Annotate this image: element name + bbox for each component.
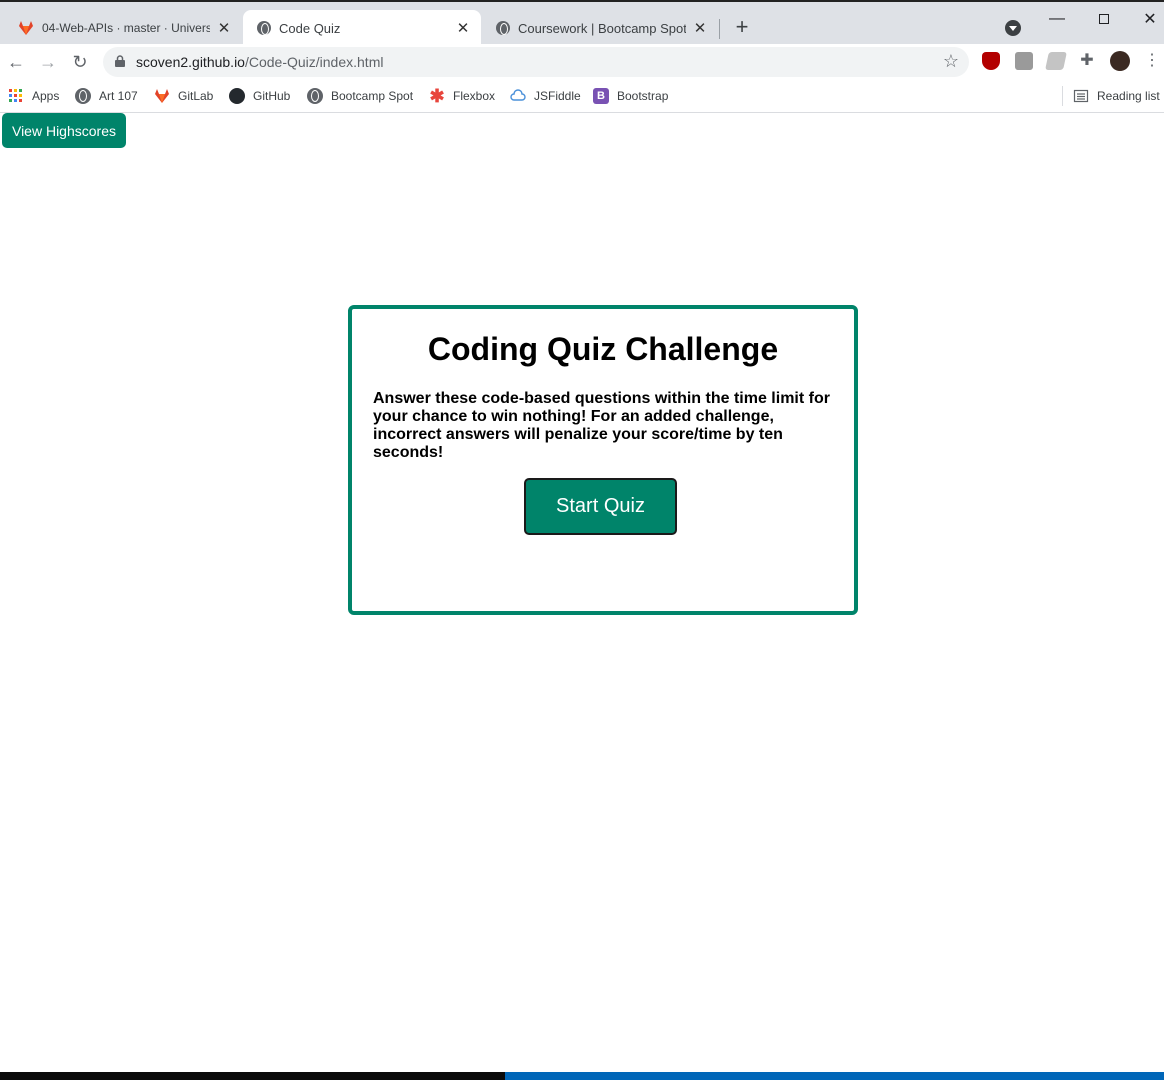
url-text: scoven2.github.io/Code-Quiz/index.html	[136, 54, 383, 70]
bookmark-label: GitHub	[253, 89, 291, 103]
tab-bootcamp-spot[interactable]: Coursework | Bootcamp Spot ✕	[482, 10, 718, 46]
tab-gitlab[interactable]: 04-Web-APIs · master · University ✕	[4, 10, 242, 46]
browser-tabstrip: 04-Web-APIs · master · University ✕ Code…	[0, 0, 1164, 46]
quiz-description: Answer these code-based questions within…	[373, 390, 830, 461]
cloud-icon	[510, 89, 526, 101]
bookmark-label: Flexbox	[453, 89, 496, 103]
extension-icon[interactable]	[1015, 52, 1033, 70]
bookmark-label: GitLab	[178, 89, 214, 103]
url-host: scoven2.github.io	[136, 54, 245, 70]
menu-icon[interactable]: ⋮	[1143, 52, 1161, 70]
bookmark-label: Bootstrap	[617, 89, 669, 103]
bookmarks-bar: Apps Art 107 GitLab GitHub Bootcamp Spot…	[0, 80, 1164, 113]
reading-list-icon	[1073, 89, 1089, 103]
tab-title: 04-Web-APIs · master · University	[42, 21, 210, 35]
bookmark-label: Art 107	[99, 89, 138, 103]
bookmarks-divider	[1062, 86, 1063, 106]
globe-icon	[307, 88, 323, 104]
bookmark-flexbox[interactable]: ✱ Flexbox	[429, 86, 495, 106]
avatar[interactable]	[1110, 51, 1130, 71]
reading-list-label: Reading list	[1097, 89, 1160, 103]
globe-icon	[257, 21, 271, 35]
bookmark-apps[interactable]: Apps	[8, 86, 59, 106]
close-icon[interactable]: ✕	[455, 20, 471, 37]
bookmark-star-icon[interactable]: ☆	[943, 51, 959, 72]
start-quiz-button[interactable]: Start Quiz	[524, 478, 677, 535]
bookmark-label: Apps	[32, 89, 60, 103]
reload-icon[interactable]: ↻	[68, 50, 92, 74]
tab-search-icon[interactable]	[1005, 20, 1021, 36]
bootstrap-icon: B	[593, 88, 609, 104]
tab-divider	[719, 19, 720, 39]
reader-extension-icon[interactable]	[1045, 52, 1067, 70]
bookmark-label: JSFiddle	[534, 89, 581, 103]
bookmark-bootstrap[interactable]: B Bootstrap	[593, 86, 668, 106]
tab-code-quiz[interactable]: Code Quiz ✕	[243, 10, 481, 46]
asterisk-icon: ✱	[429, 85, 445, 106]
puzzle-icon[interactable]: ✚	[1078, 52, 1096, 70]
page-title: Coding Quiz Challenge	[427, 331, 779, 367]
bookmark-jsfiddle[interactable]: JSFiddle	[510, 86, 581, 106]
apps-grid-icon	[9, 89, 22, 102]
tab-title: Coursework | Bootcamp Spot	[518, 20, 686, 36]
taskbar-edge	[0, 1072, 1164, 1080]
lock-icon	[115, 55, 125, 67]
minimize-icon[interactable]: —	[1034, 4, 1080, 34]
github-icon	[229, 88, 245, 104]
ublock-icon[interactable]	[982, 52, 1000, 70]
close-icon[interactable]: ✕	[216, 20, 232, 37]
back-icon[interactable]: ←	[4, 50, 28, 74]
reading-list-button[interactable]: Reading list	[1073, 86, 1160, 106]
bookmark-label: Bootcamp Spot	[331, 89, 414, 103]
url-path: /Code-Quiz/index.html	[244, 54, 384, 70]
bookmark-github[interactable]: GitHub	[229, 86, 290, 106]
globe-icon	[75, 88, 91, 104]
bookmark-art-107[interactable]: Art 107	[75, 86, 138, 106]
tab-title: Code Quiz	[279, 20, 341, 36]
status-bar-edge	[505, 1072, 1164, 1080]
bookmark-gitlab[interactable]: GitLab	[154, 86, 213, 106]
forward-icon[interactable]: →	[36, 50, 60, 74]
gitlab-icon	[19, 21, 33, 35]
new-tab-button[interactable]: +	[730, 16, 754, 40]
bookmark-bootcamp-spot[interactable]: Bootcamp Spot	[307, 86, 413, 106]
gitlab-icon	[155, 89, 169, 103]
view-highscores-button[interactable]: View Highscores	[2, 113, 126, 148]
maximize-icon[interactable]	[1081, 4, 1127, 34]
browser-toolbar: ← → ↻ scoven2.github.io/Code-Quiz/index.…	[0, 44, 1164, 80]
close-icon[interactable]: ✕	[692, 20, 708, 37]
close-window-icon[interactable]: ✕	[1127, 4, 1164, 34]
globe-icon	[496, 21, 510, 35]
address-bar[interactable]: scoven2.github.io/Code-Quiz/index.html ☆	[103, 47, 969, 77]
quiz-intro-card: Coding Quiz Challenge Answer these code-…	[348, 305, 858, 615]
